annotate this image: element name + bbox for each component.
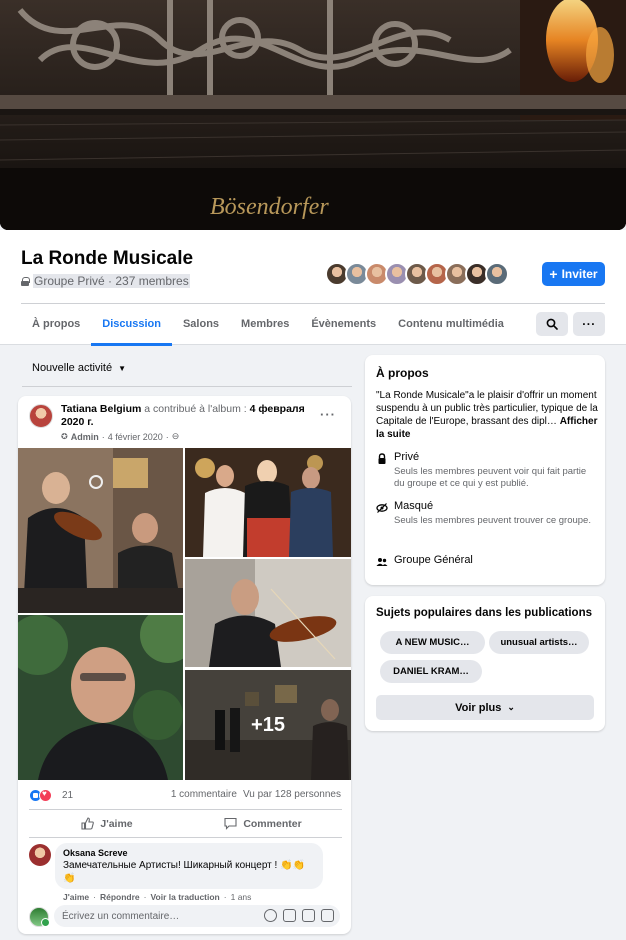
emoji-icon[interactable] [264, 909, 277, 922]
see-more-topics-button[interactable]: Voir plus ⌄ [376, 695, 594, 720]
post-stats: 1 commentaire Vu par 128 personnes [171, 789, 341, 800]
comments-count[interactable]: 1 commentaire [171, 789, 237, 800]
tab-salons[interactable]: Salons [172, 304, 230, 345]
comment-like-link[interactable]: J'aime [63, 892, 89, 902]
views-count[interactable]: Vu par 128 personnes [243, 789, 341, 800]
popular-topics-card: Sujets populaires dans les publications … [365, 596, 605, 731]
group-meta-text: Groupe Privé · 237 membres [33, 274, 190, 288]
group-meta: Groupe Privé · 237 membres [21, 274, 190, 288]
reactions-summary[interactable]: 21 [29, 789, 73, 802]
comment-actions: J'aime · Répondre · Voir la traduction ·… [63, 892, 251, 902]
actions-divider-bottom [29, 837, 342, 838]
comment-button[interactable]: Commenter [185, 810, 341, 837]
plus-icon: + [549, 266, 558, 282]
author-name[interactable]: Tatiana Belgium [61, 403, 141, 415]
comment-input-tools [264, 909, 334, 922]
search-icon [546, 318, 558, 330]
like-button[interactable]: J'aime [29, 810, 185, 837]
comment-reply-link[interactable]: Répondre [100, 892, 140, 902]
tab-membres[interactable]: Membres [230, 304, 300, 345]
sort-divider [22, 386, 352, 387]
comment-time[interactable]: 1 ans [231, 892, 252, 902]
album-photo[interactable]: +15 [185, 670, 351, 780]
comment-text: Замечательные Артисты! Шикарный концерт … [63, 860, 306, 884]
comment-bubble: Oksana Screve Замечательные Артисты! Шик… [55, 843, 323, 889]
tab--v-nements[interactable]: Évènements [300, 304, 387, 345]
current-user-avatar [29, 907, 50, 927]
album-photo[interactable] [185, 448, 351, 557]
post-more-button[interactable]: ··· [320, 407, 336, 422]
member-avatars[interactable] [325, 262, 509, 286]
comment-icon [224, 817, 237, 830]
group-tabs: À propos Discussion Salons Membres Évènement… [21, 304, 515, 346]
cover-photo: Bösendorfer [0, 0, 626, 230]
cover-brand-text: Bösendorfer [210, 194, 329, 220]
sort-dropdown[interactable]: Nouvelle activité ▼ [32, 362, 126, 374]
tab-discussion[interactable]: Discussion [91, 304, 172, 346]
album-photo[interactable] [18, 448, 183, 613]
album-photo[interactable] [18, 615, 183, 780]
love-reaction-icon [39, 789, 52, 802]
post-subline: ✪ Admin · 4 février 2020 · ⊖ [61, 431, 179, 442]
visibility-description: Seuls les membres peuvent trouver ce gro… [394, 515, 591, 526]
group-type-title: Groupe Général [394, 554, 473, 566]
post-date[interactable]: 4 février 2020 [108, 432, 163, 442]
admin-badge-icon: ✪ [61, 432, 68, 441]
comment-label: Commenter [243, 817, 302, 830]
gif-icon[interactable] [302, 909, 315, 922]
sticker-icon[interactable] [321, 909, 334, 922]
comment-input-placeholder: Écrivez un commentaire… [62, 910, 180, 922]
like-label: J'aime [100, 817, 133, 830]
about-card: À propos "La Ronde Musicale"a le plaisir… [365, 355, 605, 585]
post-header: Tatiana Belgium a contribué à l'album : … [61, 403, 317, 429]
invite-button[interactable]: + Inviter [542, 262, 605, 286]
tab--propos[interactable]: À propos [21, 304, 91, 345]
separator-dot: · [93, 892, 96, 902]
comment-translate-link[interactable]: Voir la traduction [150, 892, 219, 902]
privacy-description: Seuls les membres peuvent voir qui fait … [394, 466, 587, 489]
author-avatar[interactable] [29, 404, 53, 428]
about-title: À propos [376, 366, 429, 380]
comment-input[interactable]: Écrivez un commentaire… [54, 905, 340, 927]
search-button[interactable] [536, 312, 568, 336]
invite-label: Inviter [561, 267, 598, 281]
author-role: Admin [70, 431, 99, 442]
commenter-avatar[interactable] [29, 844, 51, 866]
tab-contenu-multim-dia[interactable]: Contenu multimédia [387, 304, 515, 345]
see-more-label: Voir plus [455, 701, 502, 714]
lock-icon [376, 452, 388, 464]
member-avatar[interactable] [485, 262, 509, 286]
post-action-text: a contribué à l'album : [144, 403, 247, 415]
separator-dot: · [165, 431, 169, 442]
post-card: Tatiana Belgium a contribué à l'album : … [18, 396, 351, 934]
reaction-count: 21 [62, 790, 74, 801]
visibility-title: Masqué [394, 500, 434, 512]
lock-icon [21, 276, 30, 286]
eye-hidden-icon [376, 501, 388, 513]
chevron-down-icon: ⌄ [507, 702, 515, 712]
about-description: "La Ronde Musicale"a le plaisir d'offrir… [376, 389, 598, 441]
thumbs-up-icon [81, 817, 95, 830]
sort-label: Nouvelle activité [32, 362, 113, 374]
topics-title: Sujets populaires dans les publications [376, 607, 592, 619]
audience-icon: ⊖ [171, 431, 180, 441]
camera-icon[interactable] [283, 909, 296, 922]
album-photo[interactable] [185, 559, 351, 667]
topic-pill[interactable]: unusual artists… [489, 631, 589, 654]
group-title[interactable]: La Ronde Musicale [21, 248, 193, 270]
more-options-button[interactable]: ··· [573, 312, 605, 336]
separator-dot: · [223, 892, 227, 902]
topic-pill[interactable]: DANIEL KRAM… [380, 660, 482, 683]
caret-down-icon: ▼ [118, 363, 127, 373]
more-photos-overlay[interactable]: +15 [185, 670, 351, 780]
group-icon [376, 555, 388, 567]
separator-dot: · [101, 431, 105, 442]
topic-pill[interactable]: A NEW MUSIC… [380, 631, 485, 654]
group-header: La Ronde Musicale Groupe Privé · 237 mem… [0, 230, 626, 346]
commenter-name[interactable]: Oksana Screve [63, 848, 315, 858]
privacy-title: Privé [394, 451, 420, 463]
separator-dot: · [143, 892, 147, 902]
